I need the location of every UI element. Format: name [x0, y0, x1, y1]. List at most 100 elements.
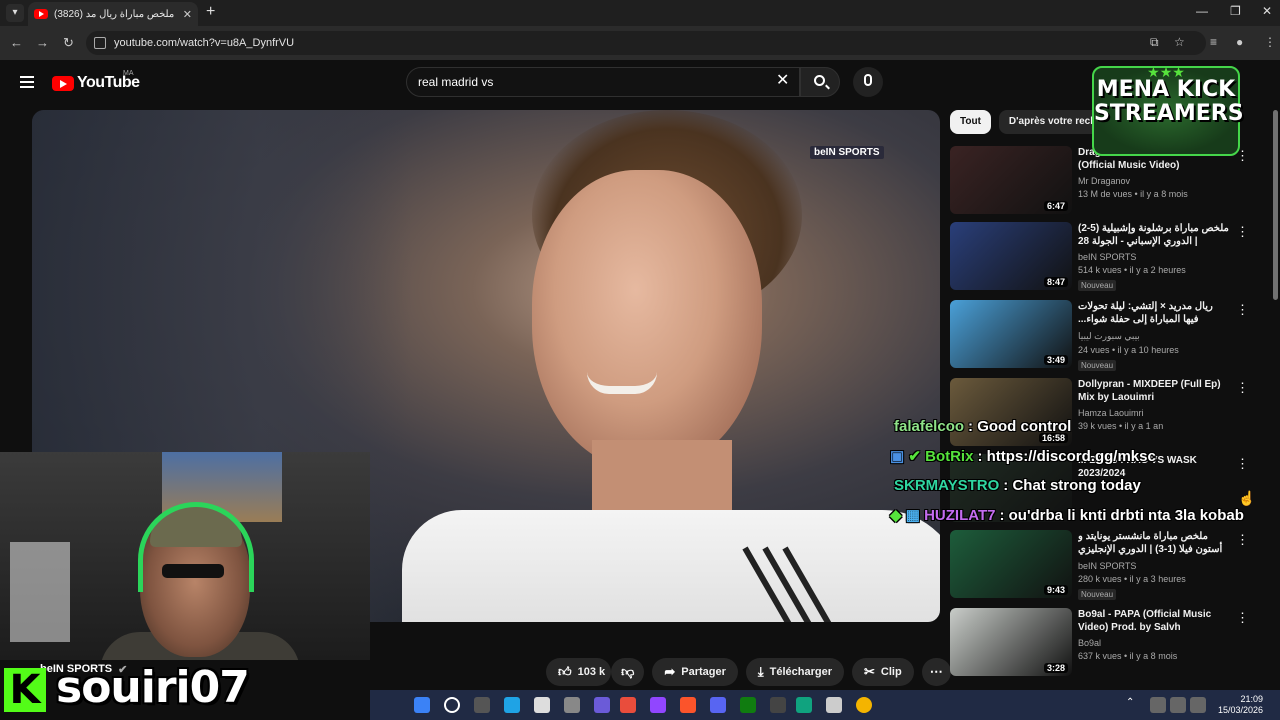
recommendation-info: Bo9al - PAPA (Official Music Video) Prod… [1078, 608, 1230, 661]
site-info-icon[interactable] [94, 37, 106, 49]
taskbar-clock[interactable]: 21:09 15/03/2026 [1218, 694, 1263, 716]
discord-icon[interactable] [594, 697, 610, 713]
chrome-active-icon[interactable] [856, 697, 872, 713]
app-icon[interactable] [770, 697, 786, 713]
tab-list-button[interactable]: ▾ [6, 4, 24, 22]
tray-chevron-icon[interactable]: ⌃ [1126, 697, 1142, 713]
profile-icon[interactable]: ● [1236, 35, 1243, 49]
url-field[interactable]: youtube.com/watch?v=u8A_DynfrVU [86, 31, 1206, 55]
app-icon[interactable] [826, 697, 842, 713]
chat-username: HUZILAT7 [924, 507, 996, 524]
bot-badge-icon: ▣ [890, 448, 905, 465]
voice-search-button[interactable] [853, 67, 883, 97]
recommendation-card[interactable]: 9:43 ملخص مباراة مانشستر يونايتد و أستون … [950, 530, 1260, 600]
app-icon[interactable] [710, 697, 726, 713]
more-vertical-icon[interactable]: ⋮ [1236, 456, 1249, 472]
recommendation-channel[interactable]: Hamza Laouimri [1078, 408, 1230, 418]
video-thumbnail[interactable]: 3:49 [950, 300, 1072, 368]
recommendation-channel[interactable]: Bo9al [1078, 638, 1230, 648]
hamburger-menu-icon[interactable] [20, 76, 34, 88]
search-button[interactable] [800, 67, 840, 97]
task-view-icon[interactable] [474, 697, 490, 713]
store-icon[interactable] [534, 697, 550, 713]
filter-chips: Tout D'après votre reche [950, 110, 1112, 134]
start-icon[interactable] [414, 697, 430, 713]
recommendation-title[interactable]: ريال مدريد × إلتشي: ليلة تحولات فيها الم… [1078, 300, 1230, 327]
share-icon: ➦ [664, 664, 676, 679]
more-actions-button[interactable]: ⋯ [921, 658, 951, 686]
settings-icon[interactable] [564, 697, 580, 713]
recommendation-info: ريال مدريد × إلتشي: ليلة تحولات فيها الم… [1078, 300, 1230, 373]
minimize-icon[interactable]: — [1196, 4, 1208, 18]
chat-message: falafelcoo: Good control [894, 418, 1071, 435]
search-icon[interactable] [444, 697, 460, 713]
restore-icon[interactable]: ❐ [1230, 4, 1241, 18]
new-tab-button[interactable]: + [206, 3, 215, 21]
more-vertical-icon[interactable]: ⋮ [1236, 380, 1249, 396]
back-icon[interactable]: ← [10, 35, 23, 50]
clear-search-icon[interactable]: ✕ [776, 70, 789, 90]
video-thumbnail[interactable]: 9:43 [950, 530, 1072, 598]
share-button[interactable]: ➦ Partager [652, 658, 738, 686]
window-close-icon[interactable]: ✕ [1262, 4, 1272, 18]
edge-icon[interactable] [504, 697, 520, 713]
scrollbar[interactable] [1273, 110, 1278, 300]
chip-all[interactable]: Tout [950, 110, 991, 134]
more-vertical-icon[interactable]: ⋮ [1236, 532, 1249, 548]
webcam-overlay [0, 452, 370, 660]
recommendation-channel[interactable]: Mr Draganov [1078, 176, 1230, 186]
download-button[interactable]: ⤓ Télécharger [745, 658, 844, 686]
more-vertical-icon[interactable]: ⋮ [1236, 302, 1249, 318]
recommendation-channel[interactable]: beIN SPORTS [1078, 561, 1230, 571]
recommendation-card[interactable]: 3:49 ريال مدريد × إلتشي: ليلة تحولات فيها… [950, 300, 1260, 373]
tab-close-icon[interactable]: ✕ [183, 8, 192, 21]
video-thumbnail[interactable]: 3:28 [950, 608, 1072, 676]
video-thumbnail[interactable]: 6:47 [950, 146, 1072, 214]
like-button[interactable]: 👍︎ 103 k [546, 658, 612, 686]
youtube-favicon-icon [34, 9, 48, 19]
brave-icon[interactable] [680, 697, 696, 713]
more-vertical-icon[interactable]: ⋮ [1236, 610, 1249, 626]
more-vertical-icon[interactable]: ⋮ [1236, 224, 1249, 240]
recommendation-card[interactable]: 6:47Draganov - ... BON COURAGE (Official… [950, 146, 1260, 216]
clock-date: 15/03/2026 [1218, 705, 1264, 715]
duration-label: 3:28 [1043, 663, 1068, 673]
video-thumbnail[interactable]: 16:58 [950, 378, 1072, 446]
recommendation-title[interactable]: Dollypran - MIXDEEP (Full Ep) Mix by Lao… [1078, 378, 1230, 404]
recommendation-channel[interactable]: beIN SPORTS [1078, 252, 1230, 262]
recommendation-title[interactable]: Bo9al - PAPA (Official Music Video) Prod… [1078, 608, 1230, 634]
tray-icon[interactable] [1170, 697, 1186, 713]
chat-text: : ou'drba li knti drbti nta 3la kobab [999, 507, 1244, 524]
twitch-icon[interactable] [650, 697, 666, 713]
browser-tab[interactable]: ملخص مباراة ريال مد (3826) ✕ [28, 2, 198, 26]
tray-icon[interactable] [1150, 697, 1166, 713]
video-thumbnail[interactable]: 8:47 [950, 222, 1072, 290]
reload-icon[interactable]: ↻ [63, 35, 74, 51]
recommendation-card[interactable]: 16:58 Dollypran - MIXDEEP (Full Ep) Mix b… [950, 378, 1260, 448]
chat-username: falafelcoo [894, 418, 965, 435]
app-icon[interactable] [796, 697, 812, 713]
bookmark-star-icon[interactable]: ☆ [1174, 35, 1185, 49]
like-count: 103 k [577, 666, 606, 678]
recommendation-title[interactable]: ملخص مباراة مانشستر يونايتد و أستون فيلا… [1078, 530, 1230, 557]
tray-icon[interactable] [1190, 697, 1206, 713]
clip-button[interactable]: ✂ Clip [852, 658, 914, 686]
recommendation-channel[interactable]: بيبي سبورت ليبيا [1078, 331, 1230, 342]
search-input[interactable]: real madrid vs [406, 67, 800, 97]
forward-icon[interactable]: → [36, 35, 49, 50]
recommendation-info: Dollypran - MIXDEEP (Full Ep) Mix by Lao… [1078, 378, 1230, 431]
recommendation-card[interactable]: 3:28 Bo9al - PAPA (Official Music Video) … [950, 608, 1260, 678]
recommendation-info: ملخص مباراة برشلونة وإشبيلية (5-2) | الد… [1078, 222, 1230, 293]
browser-menu-icon[interactable]: ⋮ [1264, 35, 1276, 49]
chat-text: : Chat strong today [1003, 477, 1141, 494]
xbox-icon[interactable] [740, 697, 756, 713]
recommendation-card[interactable]: 8:47 ملخص مباراة برشلونة وإشبيلية (5-2) |… [950, 222, 1260, 292]
chrome-icon[interactable] [620, 697, 636, 713]
reading-list-icon[interactable]: ≡ [1210, 35, 1217, 49]
install-app-icon[interactable]: ⧉ [1150, 35, 1159, 50]
dislike-button[interactable]: 👎︎ [611, 658, 645, 686]
recommendation-title[interactable]: ملخص مباراة برشلونة وإشبيلية (5-2) | الد… [1078, 222, 1230, 248]
broadcaster-bug-text: beIN SPORTS [814, 147, 880, 158]
sub-badge-icon: ▦ [905, 507, 920, 524]
recommendation-meta: 39 k vues • il y a 1 an [1078, 421, 1164, 431]
